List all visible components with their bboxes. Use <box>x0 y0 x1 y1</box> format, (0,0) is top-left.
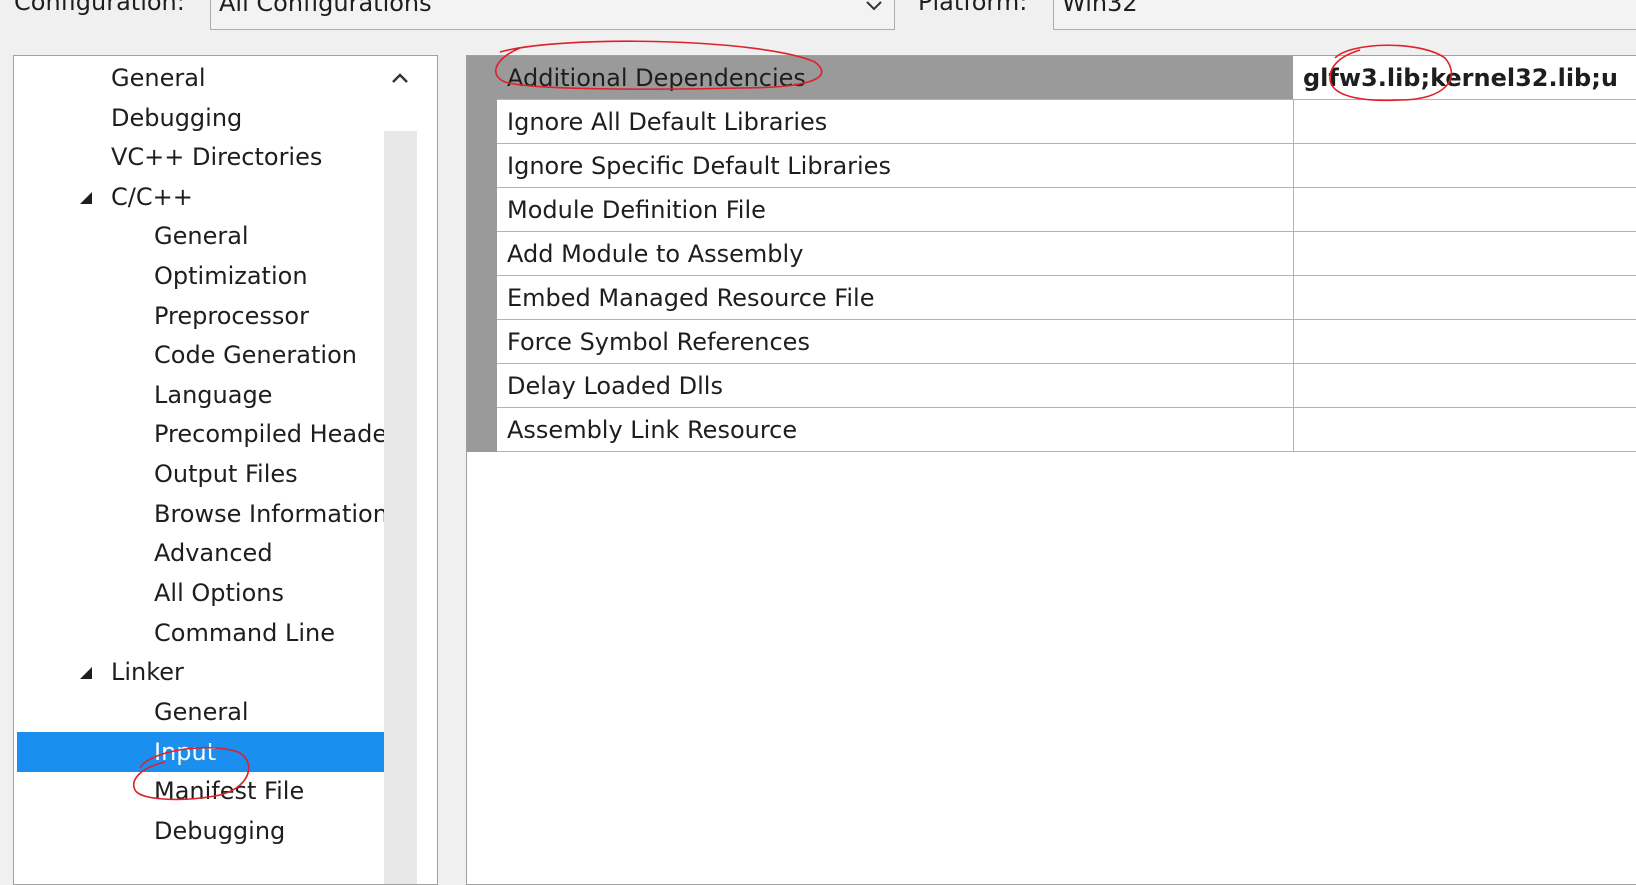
property-name: Module Definition File <box>507 196 766 224</box>
platform-dropdown[interactable]: Win32 <box>1053 0 1636 30</box>
property-name: Delay Loaded Dlls <box>507 372 723 400</box>
property-value[interactable] <box>1294 232 1636 275</box>
tree-item-preprocessor[interactable]: Preprocessor <box>154 296 309 336</box>
tree-item-c-cpp[interactable]: C/C++ <box>111 177 193 217</box>
property-value[interactable] <box>1294 188 1636 231</box>
tree-item-output-files[interactable]: Output Files <box>154 454 298 494</box>
configuration-label: Configuration: <box>14 0 185 16</box>
tree-item-browse-information[interactable]: Browse Information <box>154 494 388 534</box>
property-row[interactable]: Embed Managed Resource File <box>497 276 1636 320</box>
tree-item-debugging[interactable]: Debugging <box>111 98 242 138</box>
triangle-expanded-icon[interactable] <box>79 666 93 680</box>
grid-gutter <box>467 56 497 452</box>
platform-value: Win32 <box>1062 0 1138 17</box>
chevron-up-icon[interactable] <box>390 68 410 88</box>
tree-item-linker[interactable]: Linker <box>111 652 184 692</box>
tree-item-optimization[interactable]: Optimization <box>154 256 308 296</box>
property-tree: General Debugging VC++ Directories C/C++… <box>13 55 438 885</box>
property-name: Add Module to Assembly <box>507 240 804 268</box>
configuration-dropdown[interactable]: All Configurations <box>210 0 895 30</box>
property-name: Embed Managed Resource File <box>507 284 875 312</box>
property-name: Assembly Link Resource <box>507 416 798 444</box>
tree-item-linker-general[interactable]: General <box>154 692 249 732</box>
property-row[interactable]: Assembly Link Resource <box>497 408 1636 452</box>
tree-item-linker-debugging[interactable]: Debugging <box>154 811 285 851</box>
property-name: Additional Dependencies <box>507 64 806 92</box>
tree-item-vc-directories[interactable]: VC++ Directories <box>111 137 322 177</box>
property-row[interactable]: Add Module to Assembly <box>497 232 1636 276</box>
property-value[interactable] <box>1294 320 1636 363</box>
property-row[interactable]: Module Definition File <box>497 188 1636 232</box>
property-value[interactable] <box>1294 408 1636 451</box>
property-value[interactable]: glfw3.lib;kernel32.lib;u <box>1293 56 1636 99</box>
property-name: Ignore Specific Default Libraries <box>507 152 891 180</box>
configuration-value: All Configurations <box>219 0 432 17</box>
property-name: Force Symbol References <box>507 328 810 356</box>
property-value[interactable] <box>1294 276 1636 319</box>
property-row[interactable]: Force Symbol References <box>497 320 1636 364</box>
configuration-bar: Configuration: All Configurations Platfo… <box>0 0 1636 40</box>
property-name: Ignore All Default Libraries <box>507 108 828 136</box>
tree-item-advanced[interactable]: Advanced <box>154 533 273 573</box>
tree-item-precompiled-headers[interactable]: Precompiled Heade <box>154 414 387 454</box>
tree-item-input[interactable]: Input <box>154 732 216 772</box>
tree-item-cpp-general[interactable]: General <box>154 216 249 256</box>
tree-item-language[interactable]: Language <box>154 375 272 415</box>
property-row[interactable]: Ignore All Default Libraries <box>497 100 1636 144</box>
tree-scrollbar[interactable] <box>384 131 417 884</box>
platform-label: Platform: <box>918 0 1028 16</box>
tree-item-command-line[interactable]: Command Line <box>154 613 335 653</box>
chevron-down-icon <box>866 1 882 11</box>
property-value-text: glfw3.lib;kernel32.lib;u <box>1303 64 1618 92</box>
property-grid: Additional Dependencies glfw3.lib;kernel… <box>466 55 1636 885</box>
property-value[interactable] <box>1294 100 1636 143</box>
tree-item-all-options[interactable]: All Options <box>154 573 284 613</box>
tree-item-general[interactable]: General <box>111 58 206 98</box>
triangle-expanded-icon[interactable] <box>79 191 93 205</box>
property-row[interactable]: Additional Dependencies glfw3.lib;kernel… <box>497 56 1636 100</box>
tree-item-manifest-file[interactable]: Manifest File <box>154 771 304 811</box>
property-value[interactable] <box>1294 364 1636 407</box>
property-row[interactable]: Ignore Specific Default Libraries <box>497 144 1636 188</box>
tree-item-code-generation[interactable]: Code Generation <box>154 335 357 375</box>
property-value[interactable] <box>1294 144 1636 187</box>
property-row[interactable]: Delay Loaded Dlls <box>497 364 1636 408</box>
